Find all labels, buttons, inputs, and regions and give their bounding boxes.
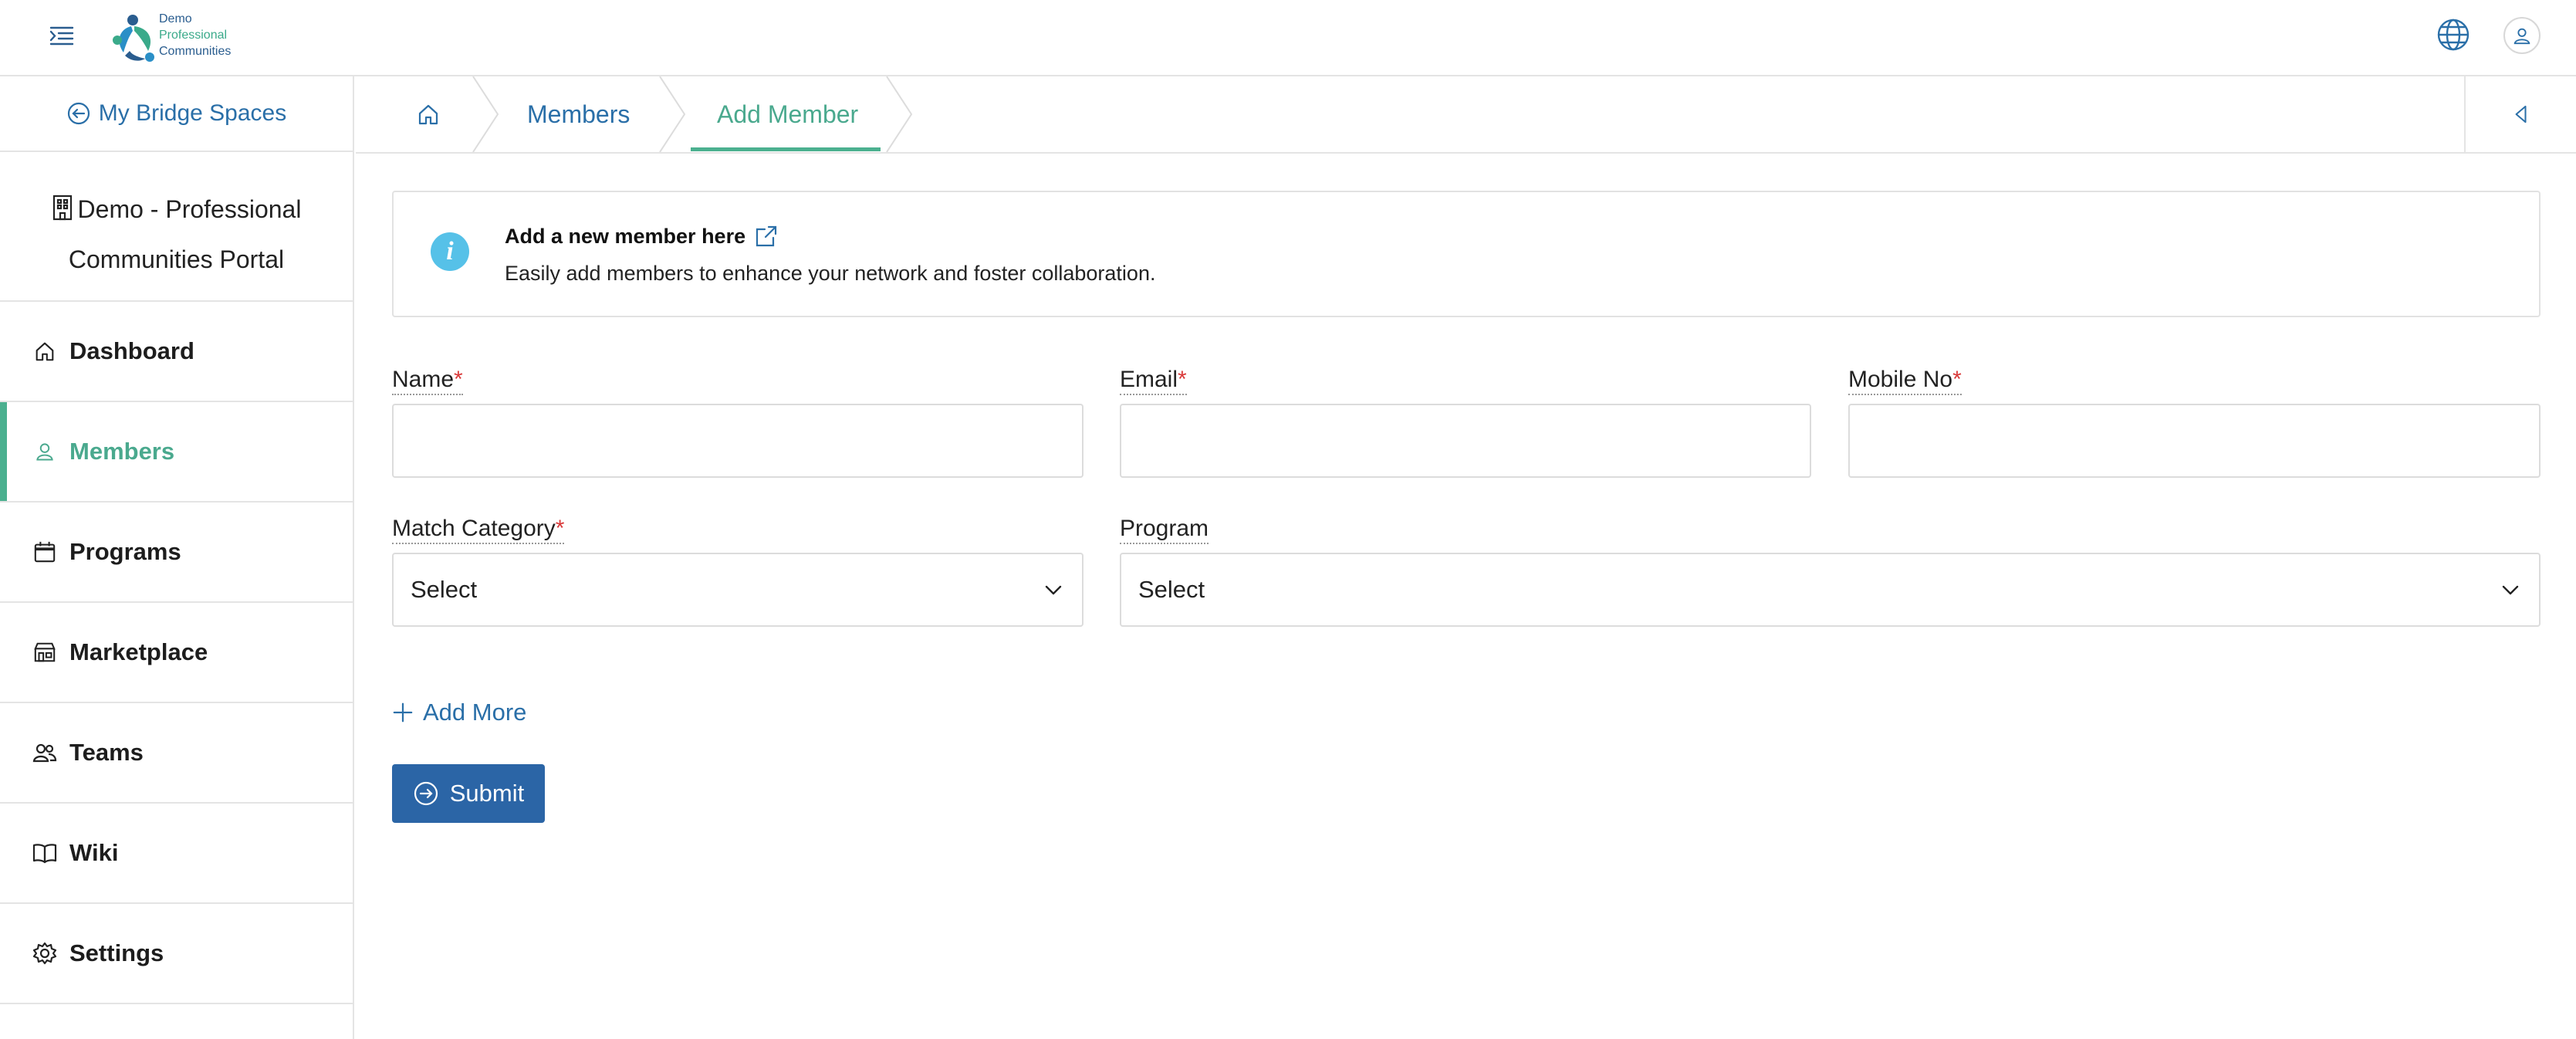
caret-left-icon (2515, 105, 2527, 124)
globe-icon[interactable] (2436, 17, 2471, 52)
breadcrumb: Members Add Member (356, 76, 2576, 154)
required-mark: * (1952, 367, 1962, 392)
info-title: Add a new member here (505, 225, 746, 248)
name-label: Name* (392, 366, 463, 395)
submit-label: Submit (449, 780, 525, 807)
sidebar-item-label: Dashboard (69, 337, 194, 364)
store-icon (32, 640, 57, 665)
info-banner: i Add a new member here Easily add membe… (392, 191, 2541, 317)
plus-icon (393, 702, 413, 723)
program-label: Program (1120, 515, 1209, 544)
chevron-down-icon (1045, 585, 1062, 595)
logo-text: Demo Professional Communities (159, 11, 231, 59)
mobile-input[interactable] (1848, 404, 2541, 478)
menu-indent-icon[interactable] (48, 22, 76, 49)
sidebar-item-label: Settings (69, 939, 164, 966)
breadcrumb-separator (659, 76, 686, 152)
book-icon (32, 841, 57, 865)
logo-line-2: Professional (159, 29, 228, 42)
program-select[interactable]: Select (1120, 553, 2541, 627)
required-mark: * (555, 516, 565, 541)
breadcrumb-add-member[interactable]: Add Member (717, 76, 858, 152)
people-icon (32, 740, 57, 765)
top-bar: Demo Professional Communities (0, 0, 2576, 76)
name-input[interactable] (392, 404, 1083, 478)
sidebar-item-label: Marketplace (69, 638, 208, 665)
gear-icon (32, 941, 57, 966)
mobile-label: Mobile No* (1848, 366, 1962, 395)
sidebar-item-label: Members (69, 438, 175, 465)
match-category-label: Match Category* (392, 515, 565, 544)
sidebar-item-label: Wiki (69, 839, 119, 866)
sidebar-item-programs[interactable]: Programs (0, 503, 353, 603)
sidebar-item-settings[interactable]: Settings (0, 904, 353, 1004)
add-more-label: Add More (423, 699, 527, 726)
breadcrumb-add-member-label: Add Member (717, 100, 859, 128)
add-more-button[interactable]: Add More (392, 699, 526, 726)
program-value: Select (1138, 576, 1205, 603)
external-link-icon[interactable] (755, 225, 778, 248)
name-label-text: Name (392, 367, 455, 392)
match-category-select[interactable]: Select (392, 553, 1083, 627)
logo[interactable]: Demo Professional Communities (108, 8, 239, 69)
breadcrumb-members[interactable]: Members (527, 76, 630, 152)
info-description: Easily add members to enhance your netwo… (505, 262, 1156, 285)
sidebar-item-teams[interactable]: Teams (0, 703, 353, 804)
email-label-text: Email (1120, 367, 1178, 392)
chevron-down-icon (2502, 585, 2519, 595)
arrow-right-circle-icon (414, 781, 438, 806)
sidebar-item-wiki[interactable]: Wiki (0, 804, 353, 904)
match-category-label-text: Match Category (392, 516, 556, 541)
active-breadcrumb-underline (691, 147, 881, 151)
email-field[interactable] (1120, 404, 1811, 478)
user-menu-button[interactable] (2503, 17, 2541, 54)
person-icon (32, 439, 57, 464)
required-mark: * (454, 367, 463, 392)
portal-name: Demo - Professional Communities Portal (0, 152, 353, 302)
portal-name-text: Demo - Professional Communities Portal (68, 195, 302, 273)
logo-line-3: Communities (159, 45, 232, 58)
sidebar-item-label: Teams (69, 739, 144, 766)
calendar-icon (32, 540, 57, 564)
sidebar-item-dashboard[interactable]: Dashboard (0, 302, 353, 402)
back-link-label: My Bridge Spaces (98, 100, 287, 126)
program-label-text: Program (1120, 516, 1209, 541)
required-mark: * (1178, 367, 1187, 392)
breadcrumb-separator (886, 76, 913, 152)
collapse-panel-button[interactable] (2464, 76, 2576, 152)
info-icon: i (431, 232, 469, 271)
logo-mark-icon (113, 15, 154, 62)
sidebar-item-members[interactable]: Members (0, 402, 353, 503)
breadcrumb-home[interactable] (416, 76, 441, 152)
back-to-bridge-spaces-link[interactable]: My Bridge Spaces (0, 76, 353, 152)
submit-button[interactable]: Submit (392, 764, 545, 823)
sidebar: My Bridge Spaces Demo - Professional Com… (0, 76, 354, 1039)
breadcrumb-members-label: Members (527, 100, 630, 128)
logo-line-1: Demo (159, 12, 192, 25)
home-icon (32, 339, 57, 364)
home-icon (418, 104, 438, 125)
sidebar-item-marketplace[interactable]: Marketplace (0, 603, 353, 703)
mobile-label-text: Mobile No (1848, 367, 1953, 392)
match-category-value: Select (411, 576, 478, 603)
sidebar-item-label: Programs (69, 538, 181, 565)
breadcrumb-separator (472, 76, 499, 152)
building-icon (52, 195, 72, 221)
user-icon (2513, 28, 2530, 45)
email-label: Email* (1120, 366, 1187, 395)
arrow-left-circle-icon (67, 102, 90, 125)
